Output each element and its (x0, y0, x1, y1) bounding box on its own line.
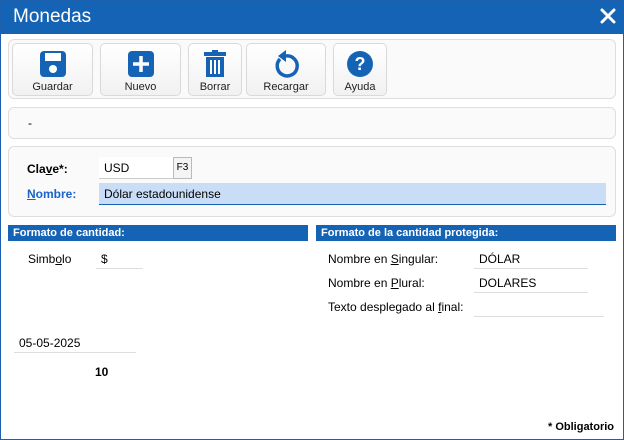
clave-input[interactable] (99, 157, 177, 179)
f3-lookup-button[interactable]: F3 (173, 157, 192, 179)
date-input[interactable] (14, 333, 136, 353)
help-button[interactable]: ? Ayuda (333, 43, 387, 96)
reload-icon (275, 50, 299, 78)
plural-input[interactable] (474, 273, 588, 293)
window-title: Monedas (13, 6, 92, 27)
reload-button[interactable]: Recargar (246, 43, 326, 96)
delete-label: Borrar (199, 81, 231, 93)
texto-final-input[interactable] (474, 297, 604, 317)
help-label: Ayuda (344, 81, 376, 93)
delete-button[interactable]: Borrar (188, 43, 242, 96)
close-icon[interactable] (599, 7, 617, 25)
svg-text:?: ? (355, 54, 366, 74)
trash-icon (204, 50, 226, 77)
status-bar: - (8, 107, 616, 139)
save-label: Guardar (32, 81, 73, 93)
simbolo-input[interactable] (96, 249, 143, 269)
count-value: 10 (95, 365, 109, 379)
singular-input[interactable] (474, 249, 588, 269)
singular-label: Nombre en Singular: (328, 252, 439, 266)
nombre-label: Nombre: (27, 187, 77, 201)
toolbar: Guardar Nuevo Borrar Recargar ? Ayuda (8, 39, 616, 99)
help-icon: ? (347, 51, 373, 77)
main-form: Clave*: F3 Nombre: (8, 146, 616, 217)
nombre-input[interactable] (99, 183, 606, 205)
reload-label: Recargar (263, 81, 309, 93)
clave-label: Clave*: (27, 162, 68, 176)
new-button[interactable]: Nuevo (100, 43, 181, 96)
save-button[interactable]: Guardar (12, 43, 93, 96)
formato-protegida-header: Formato de la cantidad protegida: (316, 225, 616, 241)
status-text: - (28, 116, 32, 130)
save-icon (39, 51, 66, 77)
plus-icon (127, 51, 154, 77)
plural-label: Nombre en Plural: (328, 276, 425, 290)
new-label: Nuevo (124, 81, 157, 93)
obligatorio-note: * Obligatorio (548, 421, 614, 433)
formato-cantidad-header: Formato de cantidad: (8, 225, 308, 241)
texto-final-label: Texto desplegado al final: (328, 300, 464, 314)
title-bar: Monedas (1, 1, 623, 34)
monedas-window: Monedas Guardar Nuevo Borrar Recargar ? … (0, 0, 624, 440)
simbolo-label: Simbolo (28, 252, 72, 266)
